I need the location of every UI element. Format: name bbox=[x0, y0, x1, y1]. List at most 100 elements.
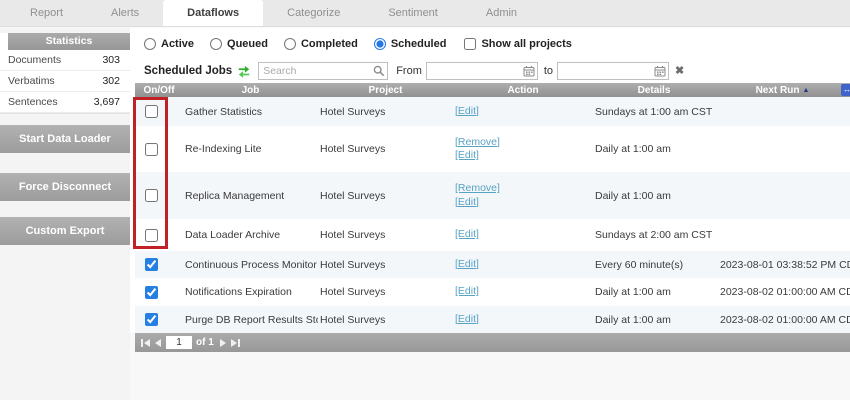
tab-alerts[interactable]: Alerts bbox=[87, 0, 163, 26]
column-header-project[interactable]: Project bbox=[318, 85, 453, 96]
stat-row-documents: Documents 303 bbox=[0, 50, 130, 71]
to-date-input[interactable] bbox=[557, 62, 669, 80]
job-onoff-checkbox[interactable] bbox=[145, 143, 158, 156]
last-page-button[interactable] bbox=[231, 339, 241, 347]
prev-page-button[interactable] bbox=[155, 339, 161, 347]
stat-value: 3,697 bbox=[94, 96, 120, 108]
stat-label: Verbatims bbox=[8, 75, 55, 87]
job-details: Daily at 1:00 am bbox=[593, 143, 715, 155]
job-name: Notifications Expiration bbox=[183, 286, 318, 298]
jobs-table: On/Off Job Project Action Details Next R… bbox=[135, 83, 850, 352]
pagination-bar: of 1 bbox=[135, 333, 850, 352]
edit-link[interactable]: [Edit] bbox=[455, 313, 593, 326]
radio-queued-label: Queued bbox=[227, 38, 268, 50]
job-name: Re-Indexing Lite bbox=[183, 143, 318, 155]
status-filter-row: Active Queued Completed Scheduled Show a… bbox=[130, 31, 850, 57]
edit-link[interactable]: [Edit] bbox=[455, 196, 593, 209]
job-name: Continuous Process Monitor bbox=[183, 259, 318, 271]
job-details: Daily at 1:00 am bbox=[593, 286, 715, 298]
radio-scheduled-label: Scheduled bbox=[391, 38, 447, 50]
scheduled-jobs-toolbar: Scheduled Jobs From bbox=[130, 58, 850, 83]
edit-link[interactable]: [Edit] bbox=[455, 285, 593, 298]
first-page-button[interactable] bbox=[140, 339, 150, 347]
radio-completed[interactable]: Completed bbox=[284, 38, 358, 50]
sort-asc-icon: ▲ bbox=[802, 87, 809, 94]
scheduled-jobs-title: Scheduled Jobs bbox=[144, 65, 232, 77]
table-row: Gather Statistics Hotel Surveys [Edit] S… bbox=[135, 97, 850, 126]
tab-admin[interactable]: Admin bbox=[462, 0, 541, 26]
job-details: Daily at 1:00 am bbox=[593, 314, 715, 326]
refresh-icon[interactable] bbox=[237, 64, 251, 78]
stat-row-verbatims: Verbatims 302 bbox=[0, 71, 130, 92]
stat-label: Sentences bbox=[8, 96, 58, 108]
page-count-label: of 1 bbox=[196, 337, 214, 348]
remove-link[interactable]: [Remove] bbox=[455, 182, 593, 195]
next-page-button[interactable] bbox=[220, 339, 226, 347]
job-project: Hotel Surveys bbox=[318, 286, 453, 298]
tab-dataflows[interactable]: Dataflows bbox=[163, 0, 263, 26]
edit-link[interactable]: [Edit] bbox=[455, 228, 593, 241]
job-next-run: 2023-08-01 03:38:52 PM CDT bbox=[715, 259, 850, 271]
table-row: Re-Indexing Lite Hotel Surveys [Remove][… bbox=[135, 126, 850, 172]
to-date-wrap bbox=[557, 62, 669, 80]
custom-export-button[interactable]: Custom Export bbox=[0, 217, 130, 245]
search-icon[interactable] bbox=[373, 65, 385, 77]
radio-scheduled-input[interactable] bbox=[374, 38, 386, 50]
top-tab-bar: Report Alerts Dataflows Categorize Senti… bbox=[0, 0, 850, 27]
stat-row-sentences: Sentences 3,697 bbox=[0, 92, 130, 113]
radio-completed-input[interactable] bbox=[284, 38, 296, 50]
from-date-wrap bbox=[426, 62, 538, 80]
from-date-input[interactable] bbox=[426, 62, 538, 80]
edit-link[interactable]: [Edit] bbox=[455, 258, 593, 271]
calendar-icon[interactable] bbox=[654, 65, 666, 77]
job-project: Hotel Surveys bbox=[318, 190, 453, 202]
start-data-loader-button[interactable]: Start Data Loader bbox=[0, 125, 130, 153]
stat-value: 303 bbox=[102, 54, 120, 66]
column-header-details[interactable]: Details bbox=[593, 85, 715, 96]
job-next-run: 2023-08-02 01:00:00 AM CDT bbox=[715, 286, 850, 298]
radio-active[interactable]: Active bbox=[144, 38, 194, 50]
column-header-job[interactable]: Job bbox=[183, 85, 318, 96]
search-input[interactable] bbox=[258, 62, 388, 80]
job-details: Daily at 1:00 am bbox=[593, 190, 715, 202]
force-disconnect-button[interactable]: Force Disconnect bbox=[0, 173, 130, 201]
radio-queued-input[interactable] bbox=[210, 38, 222, 50]
job-project: Hotel Surveys bbox=[318, 229, 453, 241]
job-project: Hotel Surveys bbox=[318, 314, 453, 326]
radio-queued[interactable]: Queued bbox=[210, 38, 268, 50]
job-onoff-checkbox[interactable] bbox=[145, 258, 158, 271]
show-all-projects-label: Show all projects bbox=[481, 38, 571, 50]
edit-link[interactable]: [Edit] bbox=[455, 105, 593, 118]
edit-link[interactable]: [Edit] bbox=[455, 149, 593, 162]
job-details: Every 60 minute(s) bbox=[593, 259, 715, 271]
job-project: Hotel Surveys bbox=[318, 259, 453, 271]
remove-link[interactable]: [Remove] bbox=[455, 136, 593, 149]
job-name: Data Loader Archive bbox=[183, 229, 318, 241]
column-header-nextrun[interactable]: Next Run▲ bbox=[715, 85, 850, 96]
job-onoff-checkbox[interactable] bbox=[145, 229, 158, 242]
radio-scheduled[interactable]: Scheduled bbox=[374, 38, 447, 50]
job-onoff-checkbox[interactable] bbox=[145, 286, 158, 299]
main-content: Active Queued Completed Scheduled Show a… bbox=[130, 28, 850, 400]
tab-categorize[interactable]: Categorize bbox=[263, 0, 364, 26]
job-onoff-checkbox[interactable] bbox=[145, 105, 158, 118]
column-resize-icon[interactable]: ↔ bbox=[841, 84, 850, 96]
show-all-projects-checkbox[interactable] bbox=[464, 38, 476, 50]
to-label: to bbox=[544, 65, 553, 77]
page-number-input[interactable] bbox=[166, 336, 192, 349]
tab-sentiment[interactable]: Sentiment bbox=[364, 0, 462, 26]
job-onoff-checkbox[interactable] bbox=[145, 189, 158, 202]
column-header-action[interactable]: Action bbox=[453, 85, 593, 96]
statistics-panel: Statistics Documents 303 Verbatims 302 S… bbox=[0, 33, 130, 114]
job-name: Gather Statistics bbox=[183, 106, 318, 118]
show-all-projects-toggle[interactable]: Show all projects bbox=[464, 38, 571, 50]
column-header-onoff[interactable]: On/Off bbox=[135, 85, 183, 96]
job-onoff-checkbox[interactable] bbox=[145, 313, 158, 326]
radio-active-input[interactable] bbox=[144, 38, 156, 50]
stat-value: 302 bbox=[102, 75, 120, 87]
tab-report[interactable]: Report bbox=[6, 0, 87, 26]
job-next-run: 2023-08-02 01:00:00 AM CDT bbox=[715, 314, 850, 326]
clear-dates-icon[interactable]: ✖ bbox=[675, 64, 684, 77]
search-wrap bbox=[258, 62, 388, 80]
calendar-icon[interactable] bbox=[523, 65, 535, 77]
